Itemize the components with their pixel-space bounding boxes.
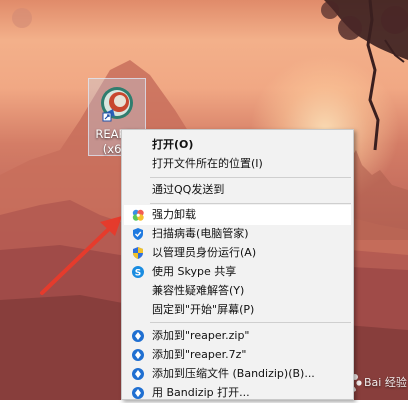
context-menu: 打开(O) 打开文件所在的位置(I) 通过QQ发送到 强力卸载 扫描病毒(电脑管… (121, 129, 354, 400)
menu-item-label: 打开(O) (152, 138, 194, 151)
menu-item-label: 通过QQ发送到 (152, 183, 225, 196)
menu-item-label: 固定到"开始"屏幕(P) (152, 303, 255, 316)
watermark-text: Bai 经验 (364, 376, 407, 389)
menu-item-label: 打开文件所在的位置(I) (152, 157, 263, 170)
uac-shield-icon (133, 247, 143, 259)
reaper-app-icon (101, 87, 133, 122)
svg-text:S: S (135, 268, 141, 278)
shield-icon (133, 228, 143, 240)
menu-item-label: 扫描病毒(电脑管家) (152, 227, 249, 240)
menu-item-label: 强力卸载 (152, 208, 196, 221)
bandizip-icon (132, 368, 144, 380)
menu-item-share-skype[interactable]: S 使用 Skype 共享 (124, 262, 351, 282)
menu-item-compatibility[interactable]: 兼容性疑难解答(Y) (124, 281, 351, 301)
bandizip-icon (132, 330, 144, 342)
menu-item-add-to-archive[interactable]: 添加到压缩文件 (Bandizip)(B)... (124, 364, 351, 384)
menu-item-label: 添加到压缩文件 (Bandizip)(B)... (152, 367, 315, 380)
menu-item-open[interactable]: 打开(O) (124, 135, 351, 155)
menu-item-label: 兼容性疑难解答(Y) (152, 284, 245, 297)
menu-item-run-as-admin[interactable]: 以管理员身份运行(A) (124, 243, 351, 263)
menu-separator (150, 177, 351, 178)
menu-item-label: 用 Bandizip 打开... (152, 386, 250, 399)
menu-item-label: 以管理员身份运行(A) (152, 246, 257, 259)
menu-item-force-uninstall[interactable]: 强力卸载 (124, 205, 351, 225)
menu-item-add-to-7z[interactable]: 添加到"reaper.7z" (124, 345, 351, 365)
menu-separator (150, 203, 351, 204)
skype-icon: S (132, 266, 144, 278)
menu-item-send-via-qq[interactable]: 通过QQ发送到 (124, 180, 351, 200)
menu-separator (150, 322, 351, 323)
menu-item-scan-virus[interactable]: 扫描病毒(电脑管家) (124, 224, 351, 244)
colorful-pinwheel-icon (132, 209, 144, 221)
menu-item-label: 添加到"reaper.zip" (152, 329, 250, 342)
bandizip-icon (132, 349, 144, 361)
menu-item-label: 使用 Skype 共享 (152, 265, 237, 278)
menu-item-open-file-location[interactable]: 打开文件所在的位置(I) (124, 154, 351, 174)
menu-item-add-to-zip[interactable]: 添加到"reaper.zip" (124, 326, 351, 346)
menu-item-label: 添加到"reaper.7z" (152, 348, 247, 361)
bandizip-icon (132, 387, 144, 399)
menu-item-open-with-bandizip[interactable]: 用 Bandizip 打开... (124, 383, 351, 403)
menu-item-pin-to-start[interactable]: 固定到"开始"屏幕(P) (124, 300, 351, 320)
